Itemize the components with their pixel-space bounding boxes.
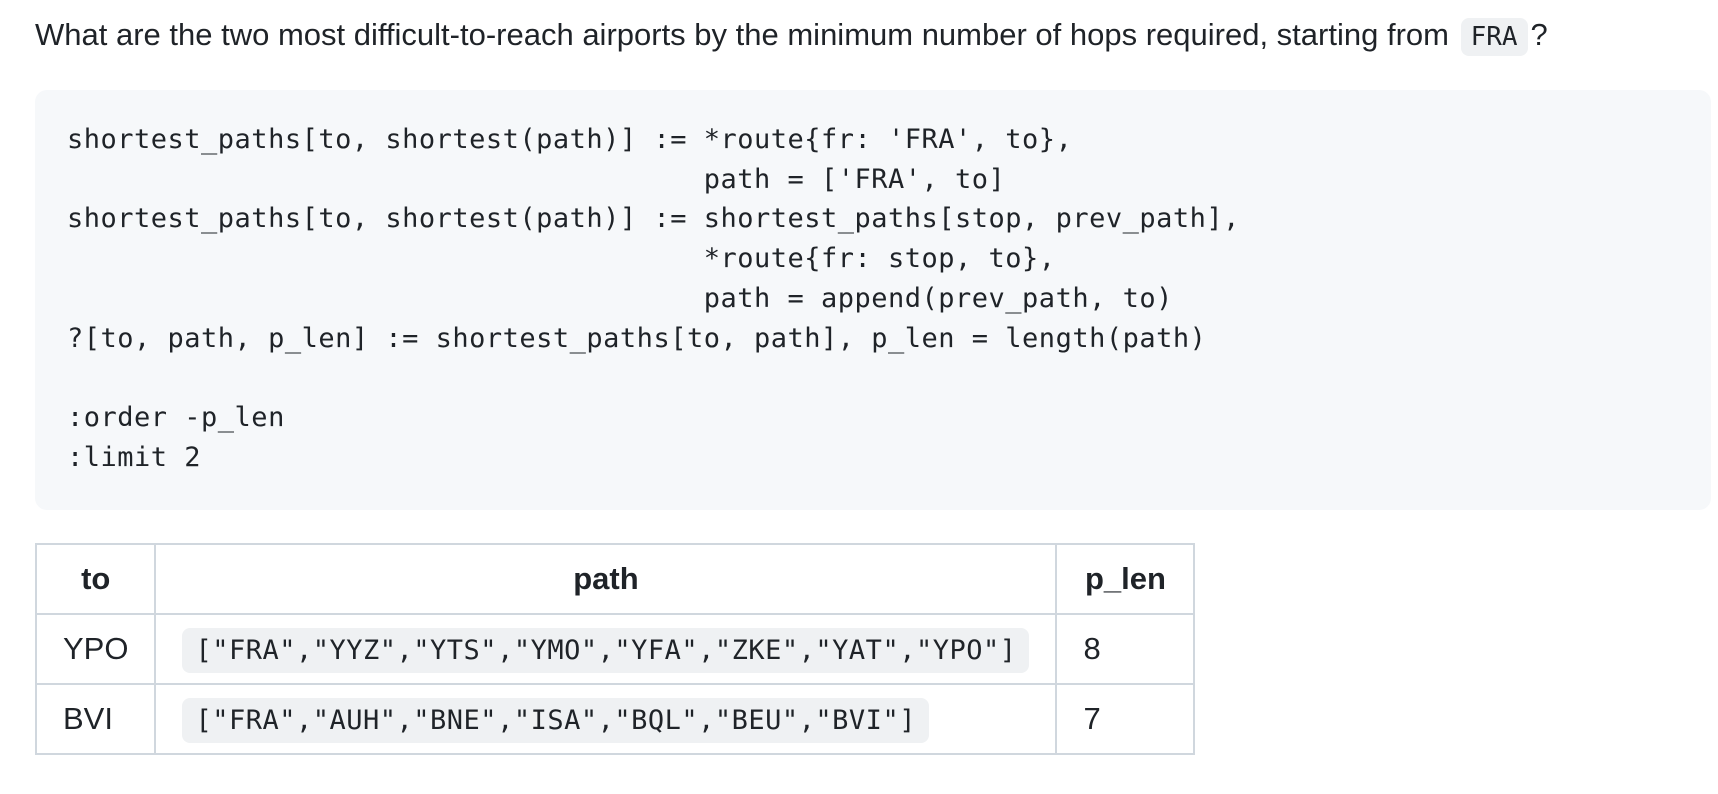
path-code: ["FRA","AUH","BNE","ISA","BQL","BEU","BV… (182, 698, 929, 743)
table-header-row: to path p_len (34, 543, 1196, 615)
question-mark: ? (1530, 17, 1548, 52)
header-p-len: p_len (1055, 543, 1196, 615)
header-to: to (34, 543, 157, 615)
question-lead: What are the two most difficult-to-reach… (35, 17, 1449, 52)
cell-path: ["FRA","AUH","BNE","ISA","BQL","BEU","BV… (154, 683, 1058, 755)
table-row: BVI ["FRA","AUH","BNE","ISA","BQL","BEU"… (34, 683, 1196, 755)
header-path: path (154, 543, 1058, 615)
cell-p-len: 8 (1055, 613, 1196, 685)
path-code: ["FRA","YYZ","YTS","YMO","YFA","ZKE","YA… (182, 628, 1030, 673)
code-block: shortest_paths[to, shortest(path)] := *r… (35, 90, 1711, 510)
inline-code-fra: FRA (1460, 18, 1528, 56)
question-text: What are the two most difficult-to-reach… (35, 14, 1548, 58)
result-table: to path p_len YPO ["FRA","YYZ","YTS","YM… (34, 543, 1196, 755)
cell-p-len: 7 (1055, 683, 1196, 755)
code-listing: shortest_paths[to, shortest(path)] := *r… (67, 124, 1240, 473)
table-row: YPO ["FRA","YYZ","YTS","YMO","YFA","ZKE"… (34, 613, 1196, 685)
cell-to: YPO (34, 613, 157, 685)
cell-to: BVI (34, 683, 157, 755)
cell-path: ["FRA","YYZ","YTS","YMO","YFA","ZKE","YA… (154, 613, 1058, 685)
